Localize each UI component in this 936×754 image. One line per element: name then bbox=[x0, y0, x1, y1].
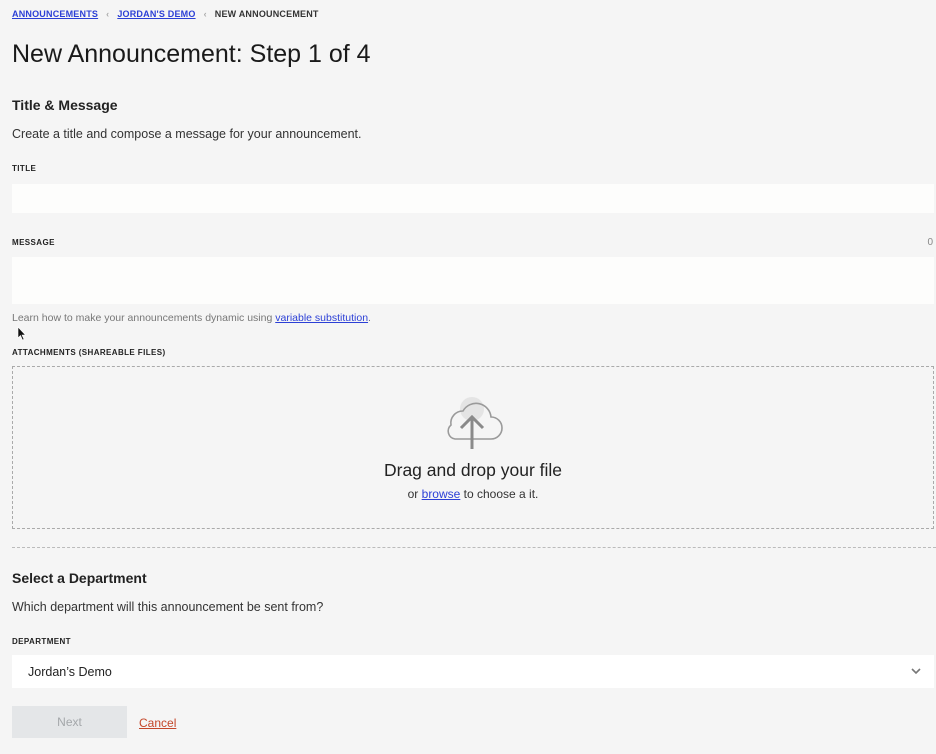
variable-substitution-help: Learn how to make your announcements dyn… bbox=[12, 312, 371, 324]
help-text: Learn how to make your announcements dyn… bbox=[12, 312, 276, 324]
mouse-cursor-icon bbox=[17, 326, 27, 341]
department-heading: Select a Department bbox=[12, 570, 147, 586]
message-label: MESSAGE bbox=[12, 238, 55, 247]
title-message-heading: Title & Message bbox=[12, 97, 118, 113]
cloud-upload-icon bbox=[447, 397, 503, 449]
title-message-description: Create a title and compose a message for… bbox=[12, 127, 362, 141]
department-label: DEPARTMENT bbox=[12, 637, 71, 646]
dropzone-subtitle: or browse to choose a it. bbox=[13, 487, 933, 501]
chevron-down-icon bbox=[911, 668, 921, 675]
title-label: TITLE bbox=[12, 164, 37, 173]
help-text-suffix: . bbox=[368, 312, 371, 324]
chevron-left-icon: ‹ bbox=[106, 9, 110, 19]
section-divider bbox=[12, 547, 936, 548]
title-input[interactable] bbox=[12, 184, 934, 213]
variable-substitution-link[interactable]: variable substitution bbox=[275, 312, 368, 324]
breadcrumb-current: NEW ANNOUNCEMENT bbox=[214, 9, 319, 19]
chevron-left-icon: ‹ bbox=[203, 9, 207, 19]
breadcrumb-jordans-demo[interactable]: JORDAN'S DEMO bbox=[117, 9, 195, 19]
attachments-label: ATTACHMENTS (SHAREABLE FILES) bbox=[12, 348, 166, 357]
message-char-counter: 0 bbox=[927, 237, 933, 248]
message-input[interactable] bbox=[12, 257, 934, 304]
page-title: New Announcement: Step 1 of 4 bbox=[12, 40, 371, 68]
department-selected-value: Jordan’s Demo bbox=[28, 664, 112, 679]
breadcrumb: ANNOUNCEMENTS ‹ JORDAN'S DEMO ‹ NEW ANNO… bbox=[12, 9, 319, 19]
dropzone-prefix: or bbox=[407, 487, 422, 501]
department-select[interactable]: Jordan’s Demo bbox=[12, 655, 934, 688]
breadcrumb-announcements[interactable]: ANNOUNCEMENTS bbox=[12, 9, 98, 19]
cancel-link[interactable]: Cancel bbox=[139, 716, 176, 730]
department-description: Which department will this announcement … bbox=[12, 600, 324, 614]
browse-link[interactable]: browse bbox=[422, 487, 461, 501]
dropzone-title: Drag and drop your file bbox=[383, 460, 563, 480]
next-button[interactable]: Next bbox=[12, 706, 127, 738]
file-dropzone[interactable]: Drag and drop your file or browse to cho… bbox=[12, 366, 934, 529]
dropzone-suffix: to choose a it. bbox=[460, 487, 539, 501]
